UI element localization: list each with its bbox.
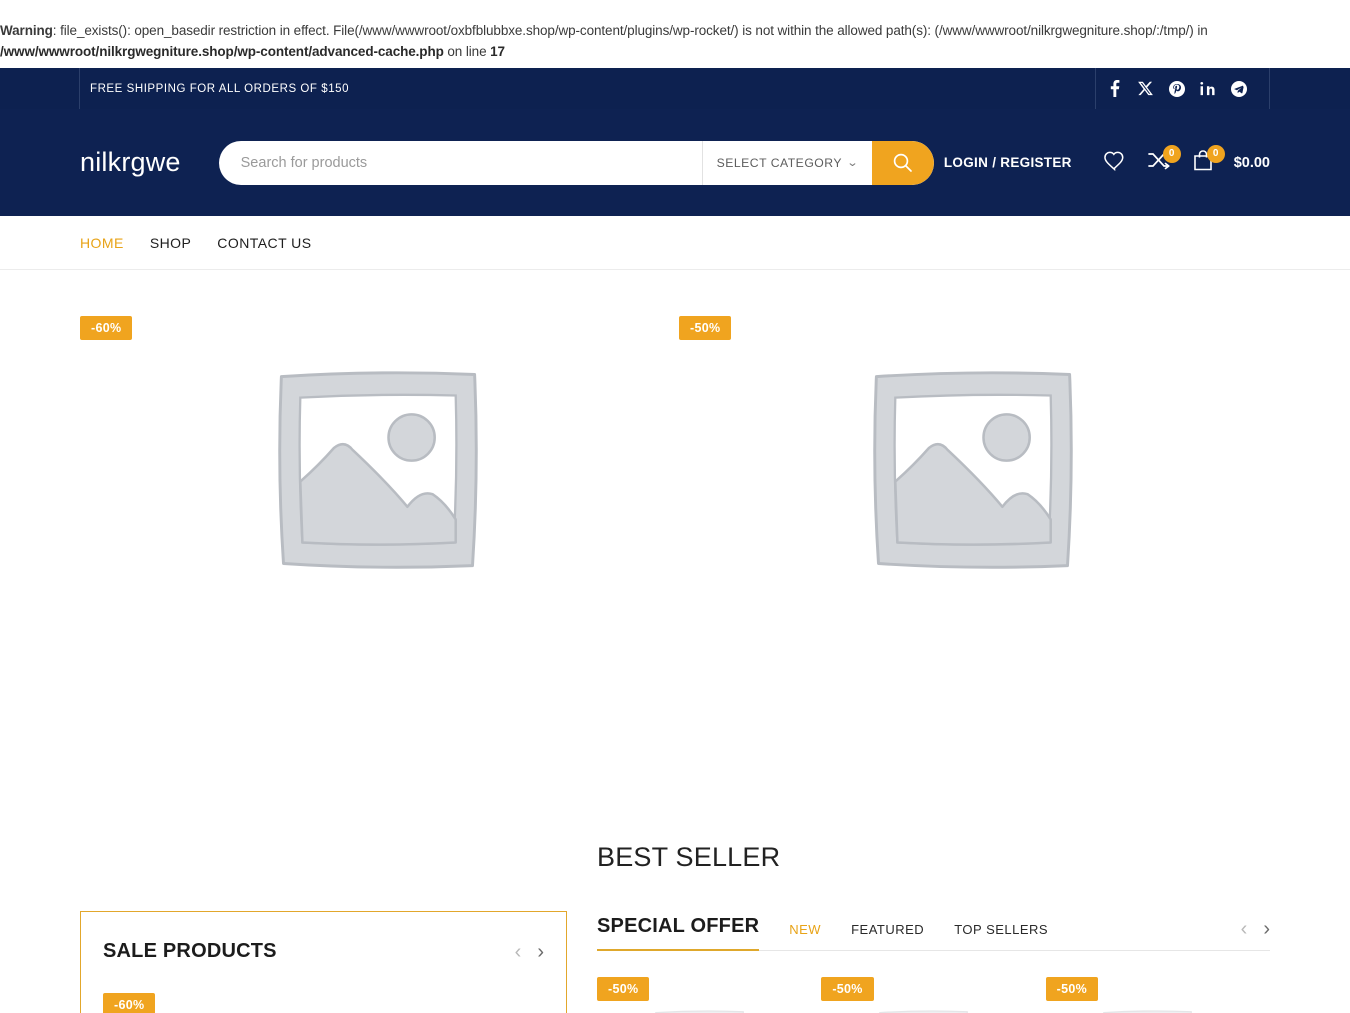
header-actions: LOGIN / REGISTER 0 0 $0.00 — [944, 144, 1270, 178]
site-header: nilkrgwe SELECT CATEGORY ⌄ LOGIN / REGIS… — [0, 109, 1350, 216]
chevron-down-icon: ⌄ — [846, 157, 860, 169]
sale-products-column: SALE PRODUCTS ‹ › -60% — [80, 842, 567, 1013]
topbar-left-spacer — [0, 68, 80, 109]
warning-text-1: : file_exists(): open_basedir restrictio… — [52, 23, 1208, 38]
offer-product-card[interactable]: -50% — [821, 977, 1045, 1013]
hero-product-card-1[interactable]: -60% — [80, 316, 675, 746]
search-icon — [892, 152, 914, 174]
free-shipping-message: FREE SHIPPING FOR ALL ORDERS OF $150 — [90, 82, 350, 95]
tab-top-sellers[interactable]: TOP SELLERS — [954, 922, 1048, 939]
pinterest-icon[interactable] — [1168, 80, 1185, 97]
cart-button[interactable]: 0 — [1188, 144, 1225, 178]
top-announcement-bar: FREE SHIPPING FOR ALL ORDERS OF $150 — [0, 68, 1350, 109]
discount-badge: -60% — [80, 316, 133, 340]
heart-icon — [1103, 150, 1126, 176]
sale-products-header: SALE PRODUCTS ‹ › — [103, 940, 544, 963]
main-navigation: HOME SHOP CONTACT US — [0, 216, 1350, 270]
sale-products-widget: SALE PRODUCTS ‹ › -60% — [80, 911, 567, 1013]
discount-badge: -50% — [597, 977, 650, 1001]
product-search-bar: SELECT CATEGORY ⌄ — [218, 140, 934, 185]
x-twitter-icon[interactable] — [1137, 80, 1154, 97]
chevron-right-icon[interactable]: › — [537, 942, 544, 962]
hero-product-card-2[interactable]: -50% — [675, 316, 1270, 746]
offer-product-grid: -50% -50% -50% — [597, 977, 1270, 1013]
chevron-left-icon[interactable]: ‹ — [1241, 919, 1248, 939]
image-placeholder-icon — [654, 1010, 744, 1013]
lower-section: SALE PRODUCTS ‹ › -60% BEST SELLER SPECI… — [0, 842, 1350, 1013]
facebook-icon[interactable] — [1106, 80, 1123, 97]
tab-featured[interactable]: FEATURED — [851, 922, 924, 939]
chevron-right-icon[interactable]: › — [1263, 919, 1270, 939]
offer-product-card[interactable]: -50% — [1045, 977, 1270, 1013]
hero-product-row: -60% -50% — [80, 270, 1270, 746]
search-submit-button[interactable] — [871, 140, 934, 185]
image-placeholder-icon — [879, 1010, 968, 1013]
topbar-right-spacer — [1270, 68, 1350, 109]
login-register-link[interactable]: LOGIN / REGISTER — [944, 155, 1072, 170]
image-placeholder-icon — [1103, 1010, 1193, 1013]
product-image-placeholder — [675, 364, 1270, 574]
cart-count-badge: 0 — [1206, 144, 1225, 163]
site-logo[interactable]: nilkrgwe — [80, 147, 181, 178]
offer-carousel-arrows: ‹ › — [1241, 919, 1270, 939]
search-input[interactable] — [218, 140, 702, 185]
special-offer-tabs: SPECIAL OFFER NEW FEATURED TOP SELLERS ‹… — [597, 915, 1270, 951]
wishlist-button[interactable] — [1100, 148, 1130, 178]
image-placeholder-icon — [277, 371, 478, 569]
telegram-icon[interactable] — [1230, 80, 1247, 97]
nav-item-contact-us[interactable]: CONTACT US — [217, 235, 311, 251]
chevron-left-icon[interactable]: ‹ — [515, 942, 522, 962]
warning-line-number: 17 — [490, 44, 505, 59]
social-links — [1095, 68, 1270, 109]
image-placeholder-icon — [872, 371, 1073, 569]
nav-item-shop[interactable]: SHOP — [150, 235, 191, 251]
compare-count-badge: 0 — [1162, 144, 1181, 163]
discount-badge: -50% — [1045, 977, 1099, 1001]
product-image-placeholder — [1046, 1007, 1250, 1013]
discount-badge: -50% — [821, 977, 874, 1001]
tab-special-offer[interactable]: SPECIAL OFFER — [597, 915, 760, 951]
sale-products-title: SALE PRODUCTS — [103, 940, 277, 962]
product-image-placeholder — [597, 1007, 801, 1013]
tab-new[interactable]: NEW — [789, 922, 821, 939]
warning-text-2: on line — [443, 44, 491, 59]
discount-badge: -50% — [679, 316, 732, 340]
left-column-spacer — [80, 842, 567, 911]
category-select[interactable]: SELECT CATEGORY ⌄ — [701, 140, 872, 185]
sale-products-arrows: ‹ › — [515, 942, 544, 962]
linkedin-icon[interactable] — [1199, 80, 1216, 97]
offer-product-card[interactable]: -50% — [597, 977, 821, 1013]
category-select-label: SELECT CATEGORY — [716, 155, 842, 170]
hero-products-section: -60% -50% — [0, 270, 1350, 746]
nav-item-home[interactable]: HOME — [80, 235, 124, 251]
warning-lead: Warning — [0, 23, 53, 38]
sale-products-body: -60% — [103, 993, 544, 1013]
best-seller-column: BEST SELLER SPECIAL OFFER NEW FEATURED T… — [597, 842, 1270, 1013]
compare-button[interactable]: 0 — [1144, 144, 1181, 178]
cart-total-amount[interactable]: $0.00 — [1234, 155, 1270, 171]
php-warning-banner: Warning: file_exists(): open_basedir res… — [0, 0, 1350, 68]
best-seller-title: BEST SELLER — [597, 842, 781, 872]
product-image-placeholder — [80, 364, 675, 574]
discount-badge: -60% — [103, 993, 156, 1013]
warning-path: /www/wwwroot/nilkrgwegniture.shop/wp-con… — [0, 44, 444, 59]
product-image-placeholder — [821, 1007, 1025, 1013]
